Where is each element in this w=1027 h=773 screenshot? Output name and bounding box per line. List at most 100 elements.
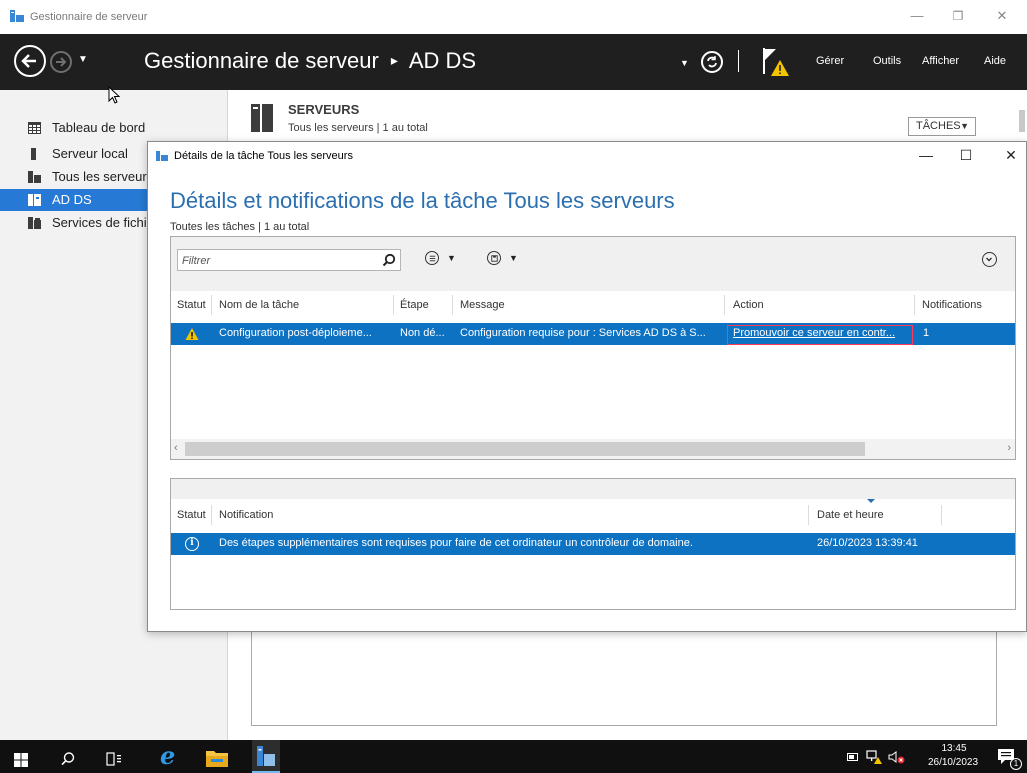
forward-arrow-icon[interactable] — [50, 51, 72, 73]
expand-collapse-icon[interactable] — [982, 252, 997, 267]
chevron-down-icon: ▼ — [960, 121, 969, 131]
filter-input[interactable] — [182, 253, 372, 268]
column-divider — [914, 295, 915, 315]
column-divider — [211, 295, 212, 315]
column-divider — [452, 295, 453, 315]
main-scrollbar-thumb[interactable] — [1019, 110, 1025, 132]
clock-date[interactable]: 26/10/2023 — [918, 757, 988, 768]
back-arrow-icon[interactable] — [14, 45, 46, 77]
column-header-datetime[interactable]: Date et heure — [817, 509, 884, 521]
dialog-close-button[interactable]: ✕ — [999, 144, 1023, 166]
table-row[interactable]: Configuration post-déploieme... Non dé..… — [171, 323, 1015, 345]
breadcrumb-dropdown-icon[interactable]: ▼ — [680, 58, 689, 68]
speaker-muted-icon[interactable] — [888, 750, 906, 764]
chevron-down-icon[interactable]: ▼ — [447, 253, 456, 263]
breadcrumb-current: AD DS — [408, 48, 477, 73]
column-header-message[interactable]: Message — [460, 299, 505, 311]
window-title: Gestionnaire de serveur — [30, 11, 148, 23]
servers-icon — [28, 171, 41, 183]
server-manager-taskbar-button[interactable] — [252, 740, 280, 773]
server-manager-app-icon — [156, 151, 168, 161]
chevron-down-icon[interactable]: ▼ — [509, 253, 518, 263]
column-divider — [941, 505, 942, 525]
taskbar: e 13:45 26/10/2023 1 — [0, 740, 1027, 773]
task-view-icon[interactable] — [106, 749, 124, 769]
search-icon[interactable] — [382, 253, 396, 267]
internet-explorer-icon[interactable]: e — [160, 742, 175, 770]
file-services-icon — [28, 217, 41, 229]
close-button[interactable]: ✕ — [990, 6, 1014, 26]
save-query-icon[interactable] — [487, 251, 501, 265]
history-dropdown-icon[interactable]: ▼ — [78, 54, 88, 65]
clock-time[interactable]: 13:45 — [936, 743, 972, 754]
action-highlight-box — [727, 325, 913, 345]
column-header-notification[interactable]: Notification — [219, 509, 273, 521]
column-header-status[interactable]: Statut — [177, 509, 206, 521]
column-header-notifications[interactable]: Notifications — [922, 299, 982, 311]
menu-manage[interactable]: Gérer — [816, 55, 844, 67]
file-explorer-icon[interactable] — [206, 748, 228, 768]
notification-flag-warning-icon[interactable] — [760, 46, 790, 78]
task-details-dialog: Détails de la tâche Tous les serveurs — … — [147, 141, 1027, 632]
table-row[interactable]: i Des étapes supplémentaires sont requis… — [171, 533, 1015, 555]
info-icon: i — [185, 537, 199, 551]
filter-toolbar: ▼ ▼ — [171, 237, 1015, 291]
horizontal-scrollbar[interactable]: ‹ › — [171, 439, 1015, 459]
mouse-cursor-icon — [108, 86, 121, 104]
scroll-left-icon[interactable]: ‹ — [174, 442, 178, 454]
server-manager-app-icon — [10, 10, 24, 22]
window-title-bar: Gestionnaire de serveur — ❐ ✕ — [0, 0, 1027, 34]
task-name-cell: Configuration post-déploieme... — [219, 327, 372, 339]
breadcrumb-separator: ▸ — [390, 52, 398, 68]
task-notifications-cell: 1 — [923, 327, 930, 339]
notification-count-badge: 1 — [1010, 758, 1022, 770]
sidebar-item-dashboard[interactable]: Tableau de bord — [0, 117, 228, 139]
dialog-heading: Détails et notifications de la tâche Tou… — [170, 188, 675, 213]
app-header: ▼ Gestionnaire de serveur ▸ AD DS ▼ Gére… — [0, 34, 1027, 90]
tasks-panel: ▼ ▼ Statut Nom de la tâche Étape Message… — [170, 236, 1016, 460]
column-divider — [808, 505, 809, 525]
notifications-panel: Statut Notification Date et heure i Des … — [170, 478, 1016, 610]
column-header-status[interactable]: Statut — [177, 299, 206, 311]
menu-help[interactable]: Aide — [984, 55, 1006, 67]
sidebar-item-label: AD DS — [52, 192, 92, 207]
servers-section-icon — [251, 104, 273, 132]
menu-view[interactable]: Afficher — [922, 55, 959, 67]
column-header-action[interactable]: Action — [733, 299, 764, 311]
scrollbar-thumb[interactable] — [185, 442, 865, 456]
notifications-toolbar — [171, 479, 1015, 499]
warning-icon — [185, 328, 199, 340]
refresh-icon[interactable] — [700, 50, 724, 74]
dialog-minimize-button[interactable]: — — [914, 144, 938, 166]
dashboard-icon — [28, 122, 41, 134]
column-header-stage[interactable]: Étape — [400, 299, 429, 311]
sidebar-item-label: Tableau de bord — [52, 120, 146, 135]
restore-button[interactable]: ❐ — [946, 6, 970, 26]
battery-icon[interactable] — [847, 753, 859, 761]
adds-icon — [28, 194, 41, 206]
query-list-icon[interactable] — [425, 251, 439, 265]
column-header-task-name[interactable]: Nom de la tâche — [219, 299, 299, 311]
breadcrumb-root[interactable]: Gestionnaire de serveur — [144, 48, 379, 73]
dialog-subheading: Toutes les tâches | 1 au total — [170, 221, 310, 233]
column-divider — [211, 505, 212, 525]
filter-field[interactable] — [177, 249, 401, 271]
dialog-title: Détails de la tâche Tous les serveurs — [174, 150, 353, 162]
search-icon[interactable] — [60, 749, 76, 769]
dialog-title-bar: Détails de la tâche Tous les serveurs — … — [148, 142, 1026, 168]
minimize-button[interactable]: — — [905, 6, 929, 26]
notification-datetime-cell: 26/10/2023 13:39:41 — [817, 537, 918, 549]
sidebar-item-label: Tous les serveurs — [52, 169, 154, 184]
breadcrumb: Gestionnaire de serveur ▸ AD DS — [144, 48, 476, 74]
tasks-button-label: TÂCHES — [916, 120, 961, 132]
menu-tools[interactable]: Outils — [873, 55, 901, 67]
scroll-right-icon[interactable]: › — [1007, 442, 1011, 454]
dialog-maximize-button[interactable]: ☐ — [954, 144, 978, 166]
network-warning-icon[interactable] — [866, 750, 882, 764]
notification-text-cell: Des étapes supplémentaires sont requises… — [219, 537, 693, 549]
start-icon[interactable] — [14, 750, 28, 770]
tasks-dropdown-button[interactable]: TÂCHES ▼ — [908, 117, 976, 136]
column-divider — [393, 295, 394, 315]
server-icon — [31, 148, 36, 160]
task-stage-cell: Non dé... — [400, 327, 445, 339]
